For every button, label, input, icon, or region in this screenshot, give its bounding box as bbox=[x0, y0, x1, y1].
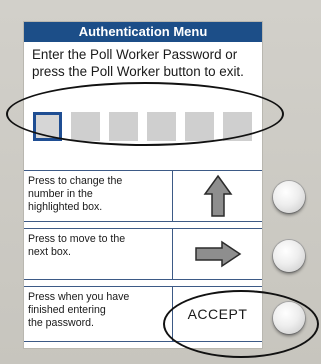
change-number-line-1: Press to change the bbox=[28, 175, 123, 187]
password-box-5[interactable] bbox=[185, 112, 214, 141]
change-number-text: Press to change the number in the highli… bbox=[28, 175, 168, 214]
password-box-2[interactable] bbox=[71, 112, 100, 141]
menu-title: Authentication Menu bbox=[24, 22, 262, 42]
password-box-3[interactable] bbox=[109, 112, 138, 141]
instructions-line-1: Enter the Poll Worker Password or bbox=[32, 47, 238, 62]
accept-line-1: Press when you have bbox=[28, 291, 130, 303]
accept-row: Press when you have finished entering th… bbox=[24, 286, 262, 342]
change-number-line-2: number in the bbox=[28, 188, 93, 200]
next-box-row: Press to move to the next box. bbox=[24, 228, 262, 280]
instructions-text: Enter the Poll Worker Password or press … bbox=[32, 46, 260, 80]
password-entry-row bbox=[33, 112, 253, 142]
accept-line-2: finished entering bbox=[28, 304, 106, 316]
next-box-line-2: next box. bbox=[28, 246, 71, 258]
next-box-line-1: Press to move to the bbox=[28, 233, 126, 245]
next-box-text: Press to move to the next box. bbox=[28, 233, 168, 259]
instructions-line-2: press the Poll Worker button to exit. bbox=[32, 64, 244, 79]
up-arrow-icon bbox=[173, 171, 262, 221]
next-box-hardware-button[interactable] bbox=[273, 240, 305, 272]
accept-label: ACCEPT bbox=[187, 306, 248, 322]
authentication-panel: Authentication Menu Enter the Poll Worke… bbox=[24, 22, 262, 348]
password-box-1[interactable] bbox=[33, 112, 62, 141]
change-number-hardware-button[interactable] bbox=[273, 181, 305, 213]
change-number-line-3: highlighted box. bbox=[28, 201, 103, 213]
change-number-row: Press to change the number in the highli… bbox=[24, 170, 262, 222]
accept-text: Press when you have finished entering th… bbox=[28, 291, 168, 330]
right-arrow-icon bbox=[173, 229, 262, 279]
password-box-4[interactable] bbox=[147, 112, 176, 141]
accept-hardware-button[interactable] bbox=[273, 302, 305, 334]
accept-line-3: the password. bbox=[28, 317, 94, 329]
password-box-6[interactable] bbox=[223, 112, 252, 141]
accept-label-cell: ACCEPT bbox=[173, 287, 262, 341]
